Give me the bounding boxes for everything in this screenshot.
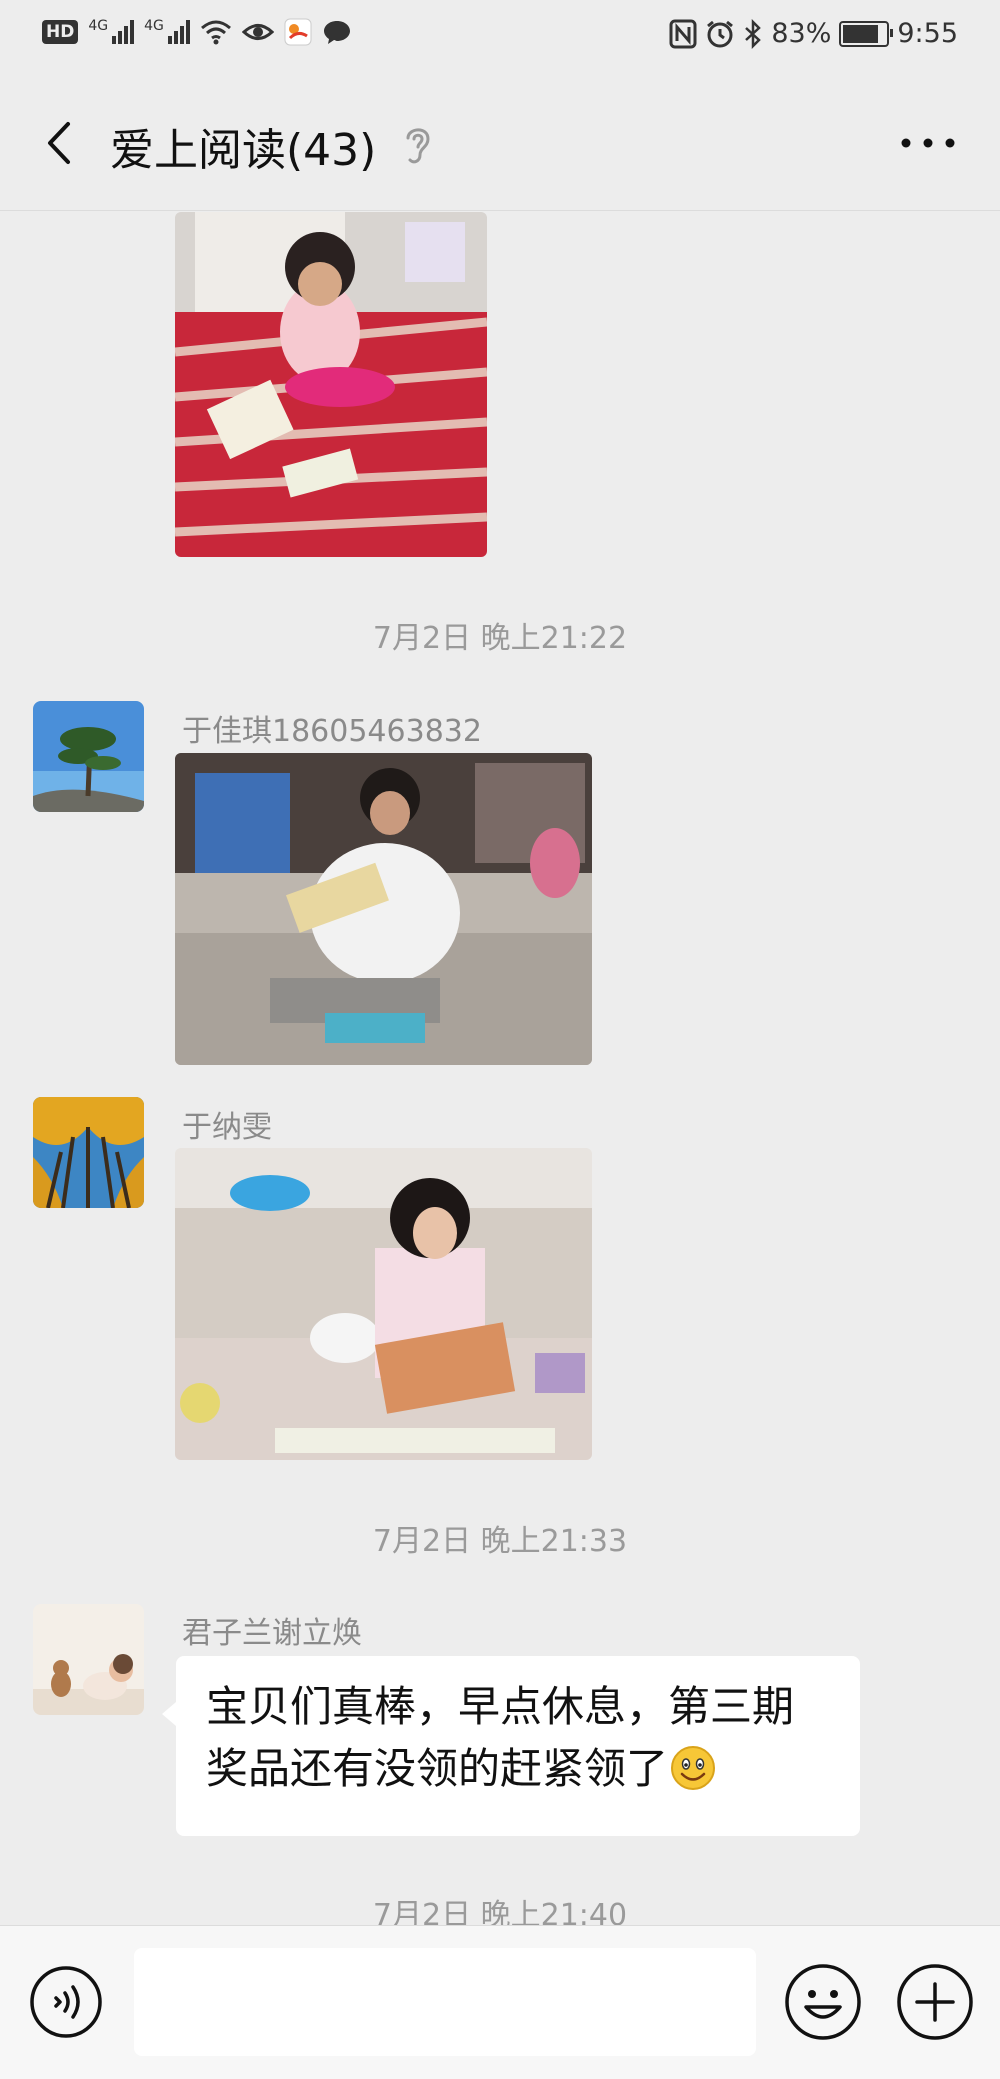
emoji-icon[interactable] (784, 1963, 862, 2041)
signal-icon (112, 20, 135, 44)
network-type-2: 4G (144, 18, 164, 34)
sender-name-2: 于纳雯 (182, 1110, 272, 1145)
smile-emoji-icon (671, 1746, 716, 1790)
input-bar (0, 1925, 1000, 2079)
chat-header: 爱上阅读(43) (0, 78, 1000, 211)
alarm-icon (707, 20, 734, 47)
network-type-1: 4G (88, 18, 109, 34)
battery-fill (843, 24, 878, 43)
message-input[interactable] (134, 1948, 756, 2056)
sender-name-1: 于佳琪18605463832 (182, 714, 482, 749)
chat-title: 爱上阅读(43) (110, 125, 377, 176)
signal-icon-2 (167, 20, 190, 44)
avatar-autumn-trees (33, 1097, 144, 1208)
status-right: 83% 9:55 (669, 18, 958, 49)
hd-indicator: HD (42, 20, 79, 44)
image-message-1[interactable] (175, 212, 487, 557)
back-arrow-icon[interactable] (36, 118, 86, 168)
image-message-2[interactable] (175, 753, 592, 1065)
app-notification-icon (284, 18, 312, 46)
battery-percent: 83% (771, 18, 832, 49)
voice-icon[interactable] (29, 1965, 103, 2039)
image-message-3[interactable] (175, 1148, 592, 1460)
eye-icon (241, 24, 274, 40)
timestamp-3: 7月2日 晚上21:40 (372, 1898, 628, 1925)
ear-icon (406, 128, 430, 164)
text-message-bubble[interactable]: 宝贝们真棒，早点休息，第三期奖品还有没领的赶紧领了 (162, 1656, 860, 1836)
avatar-tree-sky (33, 701, 144, 812)
battery-icon (839, 20, 894, 47)
timestamp-1: 7月2日 晚上21:22 (372, 621, 628, 656)
wifi-icon (200, 20, 231, 45)
avatar-2[interactable] (33, 1097, 144, 1208)
photo-girl-reading-on-sofa (175, 1148, 592, 1460)
nfc-icon (669, 19, 697, 48)
avatar-1[interactable] (33, 701, 144, 812)
photo-girl-reading-on-stool (175, 753, 592, 1065)
bluetooth-icon (745, 18, 762, 49)
plus-icon[interactable] (896, 1963, 974, 2041)
more-icon[interactable] (896, 128, 960, 158)
sender-name-3: 君子兰谢立焕 (182, 1616, 362, 1651)
status-bar: HD 4G 4G 83% 9:55 (0, 0, 1000, 78)
clock: 9:55 (897, 18, 958, 49)
photo-girl-reading-on-bed (175, 212, 487, 557)
avatar-3[interactable] (33, 1604, 144, 1715)
status-left: HD 4G 4G (42, 18, 352, 46)
avatar-baby-with-teddy (33, 1604, 144, 1715)
chat-area[interactable]: 7月2日 晚上21:22 于佳琪18605463832 于纳雯 7月2日 晚上2… (0, 210, 1000, 1925)
timestamp-2: 7月2日 晚上21:33 (372, 1524, 628, 1559)
message-icon (323, 21, 350, 44)
